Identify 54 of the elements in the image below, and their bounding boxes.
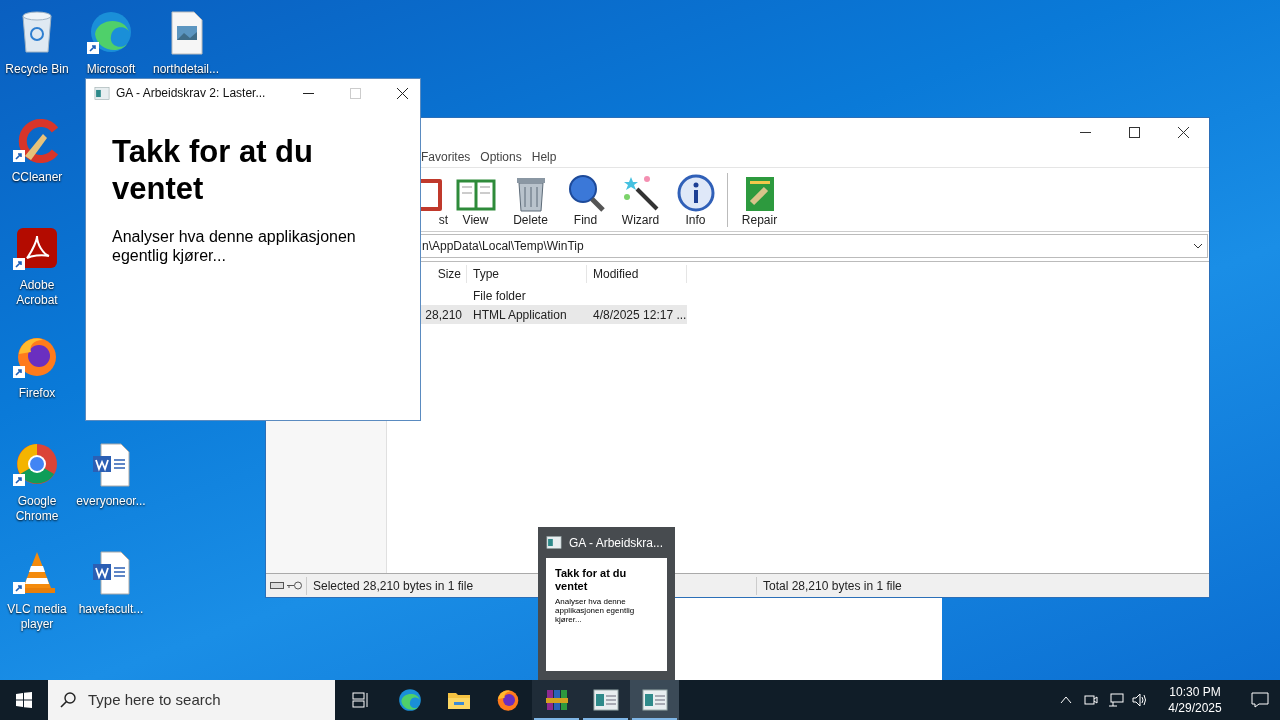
task-view-icon [351,692,371,708]
search-field[interactable]: Type here to search [48,680,335,720]
preview-title: GA - Arbeidskra... [569,534,664,552]
close-button[interactable] [395,85,410,101]
swirl-icon [396,687,423,713]
chevron-down-icon [1193,243,1203,249]
window-title: GA - Arbeidskrav 2: Laster... [116,85,267,102]
network-icon [1108,693,1124,707]
heading: Takk for at du ventet [112,133,314,207]
menu-item[interactable]: Options [477,147,525,166]
windows-logo-icon [16,692,32,708]
type-cell-text: File folder [472,287,527,305]
maximize-icon [1129,126,1140,138]
speech-bubble-icon [1251,692,1269,708]
info-icon [675,172,716,213]
toolbar-button[interactable]: View [448,172,503,227]
chevron-up-icon [1060,696,1072,704]
camera-icon [1084,693,1098,707]
modified-cell-text: 4/8/2025 12:17 ... [592,306,687,324]
toolbar-button[interactable]: Delete [503,172,558,227]
file-row[interactable]: 28,210 HTML Application 4/8/2025 12:17 ... [419,305,687,324]
toolbar-button[interactable]: Info [668,172,723,227]
brush-icon [13,116,61,164]
file-row[interactable]: File folder [419,286,687,305]
taskbar-app[interactable] [581,680,630,720]
taskbar-preview[interactable]: GA - Arbeidskra... Takk for at du ventet Analyser hva denne applikasjonen egentlig kjører... [538,527,675,680]
column-header[interactable]: Type [467,265,587,283]
menu-item[interactable]: Help [528,147,560,166]
taskbar-app[interactable] [630,680,679,720]
search-icon [60,692,76,708]
column-header[interactable]: Modified [587,265,687,283]
stacked-books-icon [543,687,570,713]
preview-text: Analyser hva denne applikasjonen egentlig kjører... [555,597,636,624]
toolbar-button[interactable]: Wizard [613,172,668,227]
toolbar-button[interactable]: Find [558,172,613,227]
speaker-icon [1132,693,1148,707]
maximize-button[interactable] [1127,124,1142,140]
clock-time: 10:30 PM [1169,684,1221,700]
size-cell-text: 28,210 [424,306,463,324]
type-cell-text: HTML Application [472,306,568,324]
drive-icon [270,582,284,589]
window-app-icon [592,689,619,711]
toolbar-button[interactable]: Repair [732,172,787,227]
window-app-icon [94,86,110,100]
clock-date: 4/29/2025 [1168,700,1222,716]
window-app-icon [546,536,562,549]
close-button[interactable] [1176,124,1191,140]
status-total: Total 28,210 bytes in 1 file [756,576,902,595]
menu-item[interactable]: Favorites [418,147,474,166]
window-app-icon [641,689,668,711]
taskbar-app[interactable] [532,680,581,720]
close-icon [397,87,408,99]
key-icon [287,581,303,590]
close-icon [1178,126,1189,138]
